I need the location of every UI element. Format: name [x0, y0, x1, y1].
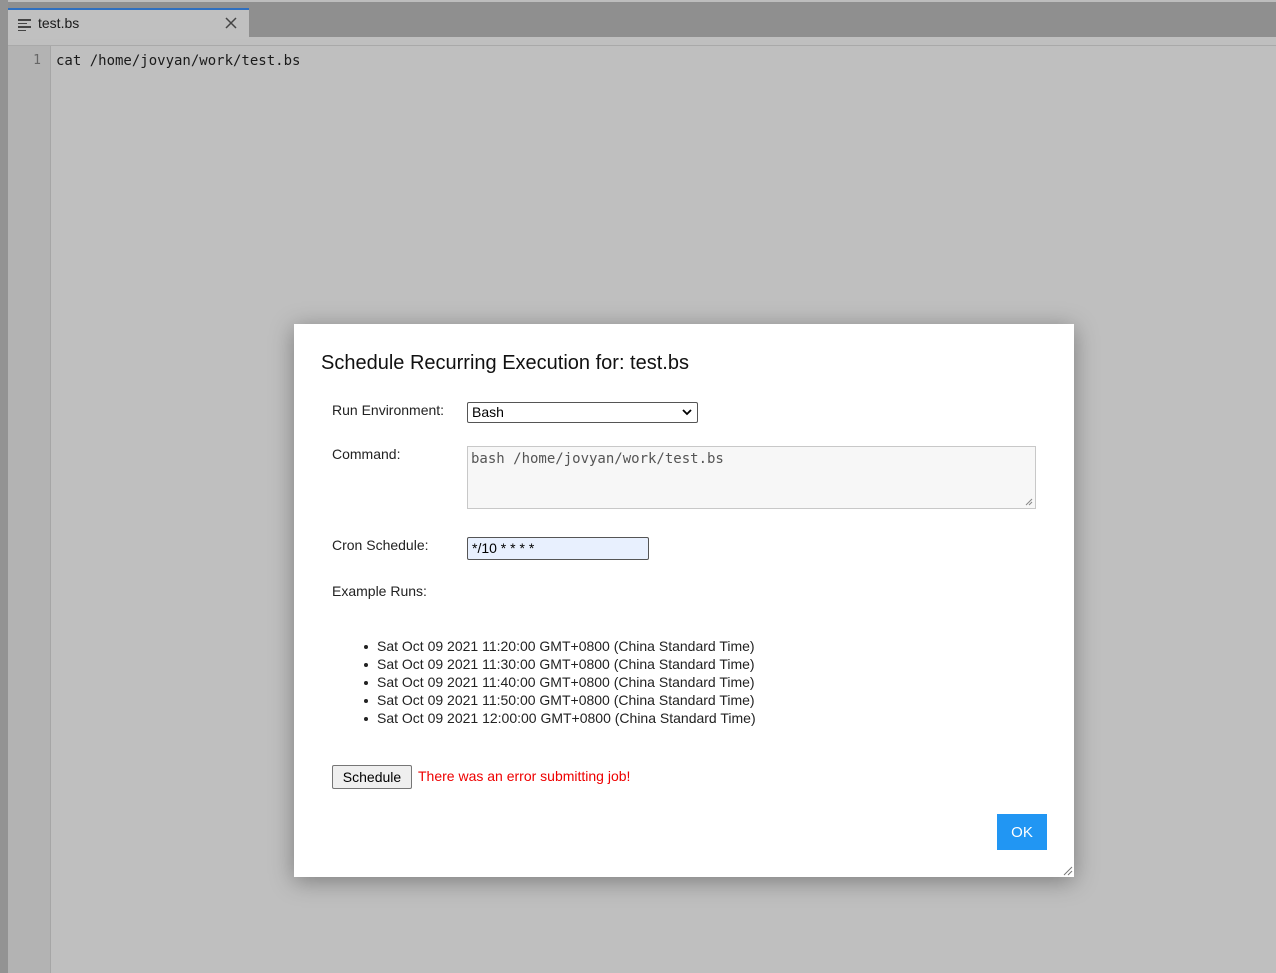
- chevron-down-icon: [682, 409, 692, 416]
- run-environment-select[interactable]: Bash: [467, 402, 698, 423]
- code-line[interactable]: cat /home/jovyan/work/test.bs: [56, 53, 300, 69]
- line-number: 1: [33, 53, 41, 68]
- line-number-gutter: 1: [8, 46, 51, 973]
- error-message: There was an error submitting job!: [418, 768, 631, 784]
- editor-top-border: [8, 45, 1276, 46]
- list-item: Sat Oct 09 2021 11:20:00 GMT+0800 (China…: [357, 637, 756, 655]
- tab-test-bs[interactable]: test.bs: [8, 8, 249, 39]
- run-environment-value: Bash: [472, 404, 504, 420]
- list-item: Sat Oct 09 2021 11:30:00 GMT+0800 (China…: [357, 655, 756, 673]
- example-runs-label: Example Runs:: [332, 583, 427, 599]
- cron-schedule-value: */10 * * * *: [472, 540, 535, 556]
- ok-button[interactable]: OK: [997, 814, 1047, 850]
- list-item: Sat Oct 09 2021 12:00:00 GMT+0800 (China…: [357, 709, 756, 727]
- list-item: Sat Oct 09 2021 11:40:00 GMT+0800 (China…: [357, 673, 756, 691]
- run-environment-label: Run Environment:: [332, 402, 445, 418]
- text-file-icon: [18, 19, 31, 31]
- dialog-title: Schedule Recurring Execution for: test.b…: [321, 352, 689, 374]
- command-value: bash /home/jovyan/work/test.bs: [471, 451, 724, 467]
- command-textarea[interactable]: bash /home/jovyan/work/test.bs: [467, 446, 1036, 509]
- schedule-dialog: Schedule Recurring Execution for: test.b…: [294, 324, 1074, 877]
- cron-schedule-input[interactable]: */10 * * * *: [467, 537, 649, 560]
- tab-bar: test.bs: [8, 0, 1276, 39]
- resize-grip-icon[interactable]: [1025, 498, 1033, 506]
- cron-schedule-label: Cron Schedule:: [332, 537, 429, 553]
- schedule-button[interactable]: Schedule: [332, 765, 412, 789]
- command-label: Command:: [332, 446, 401, 462]
- example-runs-list: Sat Oct 09 2021 11:20:00 GMT+0800 (China…: [357, 637, 756, 727]
- close-icon[interactable]: [224, 16, 238, 30]
- dialog-resize-grip-icon[interactable]: [1063, 866, 1073, 876]
- left-sidebar-strip: [0, 0, 8, 973]
- tab-label: test.bs: [38, 15, 80, 31]
- list-item: Sat Oct 09 2021 11:50:00 GMT+0800 (China…: [357, 691, 756, 709]
